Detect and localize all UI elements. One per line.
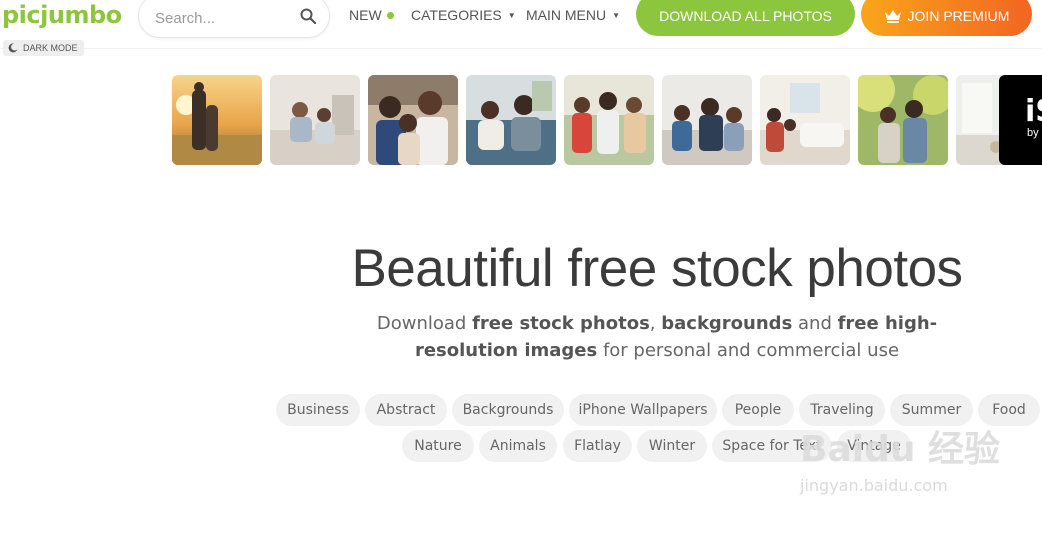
tag-traveling[interactable]: Traveling: [799, 394, 885, 426]
nav-main-menu-label: MAIN MENU: [526, 7, 607, 23]
family-living-room-photo[interactable]: [270, 75, 360, 165]
search-input[interactable]: [153, 9, 287, 28]
join-premium-button[interactable]: JOIN PREMIUM: [861, 0, 1032, 36]
caret-down-icon: ▼: [507, 11, 516, 20]
family-smiling-photo[interactable]: [368, 75, 458, 165]
hero-sub-text-3: and: [792, 313, 838, 334]
nav-new-link[interactable]: NEW: [349, 7, 394, 23]
search-box[interactable]: [138, 0, 330, 38]
tag-summer[interactable]: Summer: [890, 394, 973, 426]
tag-iphone-wallpapers[interactable]: iPhone Wallpapers: [569, 394, 717, 426]
hero-sub-bold-2: backgrounds: [661, 313, 793, 334]
watermark-line-2: jingyan.baidu.com: [800, 476, 948, 495]
tag-people[interactable]: People: [722, 394, 794, 426]
download-all-label: DOWNLOAD ALL PHOTOS: [659, 8, 832, 24]
family-park-photo[interactable]: [858, 75, 948, 165]
tag-backgrounds[interactable]: Backgrounds: [452, 394, 564, 426]
tag-abstract[interactable]: Abstract: [365, 394, 447, 426]
download-all-photos-button[interactable]: DOWNLOAD ALL PHOTOS: [636, 0, 855, 36]
hero-sub-text-4: for personal and commercial use: [597, 340, 900, 361]
caret-down-icon: ▼: [612, 11, 621, 20]
hero-title: Beautiful free stock photos: [351, 239, 963, 298]
family-home-photo[interactable]: [760, 75, 850, 165]
hero-sub-text-2: ,: [649, 313, 662, 334]
crown-icon: [884, 10, 901, 23]
istock-by-text: by: [1027, 127, 1039, 139]
dark-mode-toggle[interactable]: DARK MODE: [3, 40, 84, 56]
family-group-photo[interactable]: [662, 75, 752, 165]
hero-subtitle: Download free stock photos, backgrounds …: [370, 310, 944, 364]
dark-mode-label: DARK MODE: [23, 43, 78, 53]
hero-sub-bold-1: free stock photos: [472, 313, 650, 334]
site-logo[interactable]: picjumbo: [2, 0, 122, 30]
nav-new-label: NEW: [349, 7, 382, 23]
family-sofa-photo[interactable]: [466, 75, 556, 165]
tag-business[interactable]: Business: [276, 394, 360, 426]
family-sunset-photo[interactable]: [172, 75, 262, 165]
istock-logo-text: iS: [1025, 94, 1042, 129]
photo-strip: iS by: [172, 75, 1042, 165]
watermark-line-1: Baidu 经验: [800, 429, 1001, 470]
nav-categories-label: CATEGORIES: [411, 7, 502, 23]
tag-animals[interactable]: Animals: [479, 430, 557, 462]
search-icon[interactable]: [300, 8, 316, 24]
top-navigation-bar: picjumbo NEW CATEGORIES ▼ MAIN MENU ▼ DOWN…: [0, 0, 1042, 49]
tag-food[interactable]: Food: [978, 394, 1040, 426]
nav-categories-menu[interactable]: CATEGORIES ▼: [411, 7, 516, 24]
join-premium-label: JOIN PREMIUM: [907, 8, 1010, 24]
hero-sub-text-1: Download: [376, 313, 473, 334]
tag-winter[interactable]: Winter: [637, 430, 707, 462]
nav-main-menu[interactable]: MAIN MENU ▼: [526, 7, 620, 24]
family-outdoor-photo[interactable]: [564, 75, 654, 165]
moon-icon: [8, 43, 18, 53]
tag-flatlay[interactable]: Flatlay: [563, 430, 632, 462]
baidu-watermark: Baidu 经验 jingyan.baidu.com: [800, 429, 1001, 496]
tag-nature[interactable]: Nature: [402, 430, 474, 462]
new-indicator-dot: [386, 12, 394, 19]
istock-banner[interactable]: iS by: [999, 75, 1042, 165]
